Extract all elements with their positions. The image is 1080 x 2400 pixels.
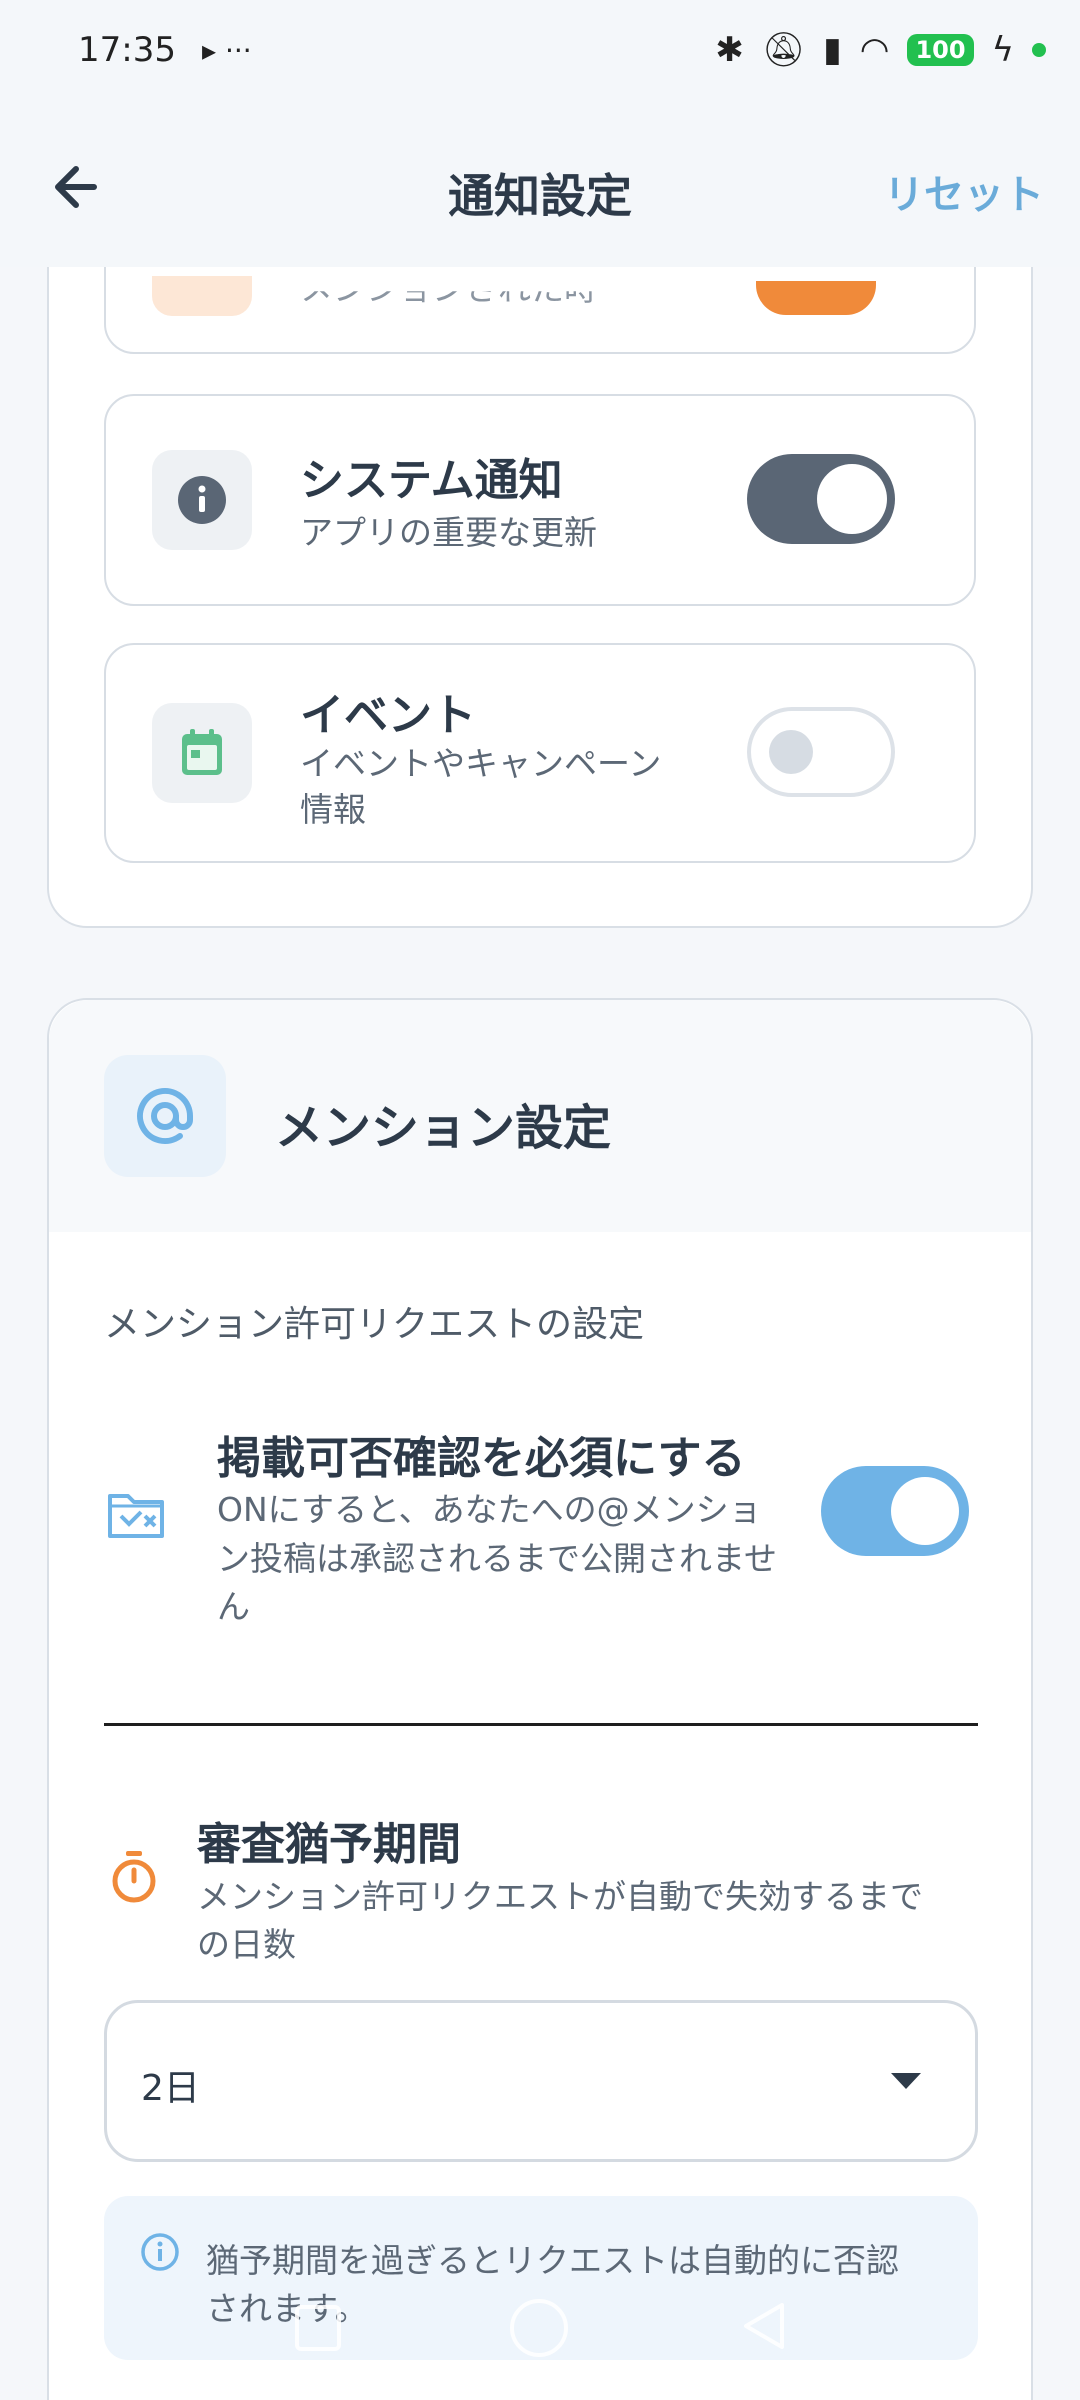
grace-period-title: 審査猶予期間 xyxy=(197,1819,461,1870)
mute-icon: 🔕︎ xyxy=(761,30,806,70)
mention-settings-card: メンション設定 メンション許可リクエストの設定 掲載可否確認を必須にする ONに… xyxy=(47,998,1033,2400)
settings-content[interactable]: メンションされた時 システム通知 アプリの重要な更新 イベント イベントやキャン… xyxy=(0,267,1080,2400)
dropdown-arrow-icon xyxy=(891,2073,921,2089)
wifi-icon: ◠ xyxy=(859,30,890,70)
recent-apps-button[interactable] xyxy=(295,2305,341,2351)
status-extra: ▸ ··· xyxy=(201,33,252,67)
grace-period-selected-value: 2日 xyxy=(141,2068,200,2109)
mention-request-label: メンション許可リクエストの設定 xyxy=(104,1304,645,1345)
info-outline-icon xyxy=(141,2233,179,2271)
toggle-knob xyxy=(891,1477,959,1545)
info-text-line1: 猶予期間を過ぎるとリクエストは自動的に否認 xyxy=(206,2241,899,2280)
notification-types-card: メンションされた時 システム通知 アプリの重要な更新 イベント イベントやキャン… xyxy=(47,267,1033,928)
info-icon xyxy=(178,476,226,524)
mention-notification-toggle[interactable] xyxy=(756,281,876,315)
event-notification-subtitle-line2: 情報 xyxy=(300,790,366,829)
approval-required-desc-line3: ん xyxy=(217,1587,250,1626)
system-notification-toggle[interactable] xyxy=(747,454,895,544)
charging-icon: ϟ xyxy=(991,30,1014,70)
bluetooth-icon: ✱ xyxy=(715,30,744,70)
divider xyxy=(104,1723,978,1726)
event-icon-box xyxy=(152,703,252,803)
event-notification-title: イベント xyxy=(300,690,476,741)
mention-notification-subtitle: メンションされた時 xyxy=(300,269,597,308)
toggle-knob xyxy=(769,730,813,774)
battery-badge: 100 xyxy=(907,34,974,66)
home-button[interactable] xyxy=(510,2299,568,2357)
event-notification-toggle[interactable] xyxy=(747,707,895,797)
grace-period-desc-line2: の日数 xyxy=(197,1925,296,1964)
back-nav-icon[interactable] xyxy=(742,2301,786,2351)
event-notification-row[interactable]: イベント イベントやキャンペーン 情報 xyxy=(104,643,976,863)
reset-button[interactable]: リセット xyxy=(884,162,1044,220)
mention-notification-row[interactable]: メンションされた時 xyxy=(104,267,976,354)
system-notification-title: システム通知 xyxy=(300,455,563,506)
status-time: 17:35 xyxy=(78,30,176,70)
approval-required-title: 掲載可否確認を必須にする xyxy=(217,1433,746,1484)
grace-period-select[interactable]: 2日 xyxy=(104,2000,978,2162)
partial-row-icon xyxy=(152,276,252,316)
app-header: 通知設定 リセット xyxy=(0,100,1080,267)
privacy-indicator xyxy=(1032,43,1046,57)
signal-icon: ▮ xyxy=(823,30,842,70)
mention-section-title: メンション設定 xyxy=(275,1100,612,1156)
system-notification-row[interactable]: システム通知 アプリの重要な更新 xyxy=(104,394,976,606)
grace-period-desc-line1: メンション許可リクエストが自動で失効するまで xyxy=(197,1877,923,1916)
approval-required-toggle[interactable] xyxy=(821,1466,969,1556)
event-notification-subtitle-line1: イベントやキャンペーン xyxy=(300,744,662,783)
status-bar: 17:35 ▸ ··· ✱ 🔕︎ ▮ ◠ 100 ϟ xyxy=(0,0,1080,100)
approval-required-desc-line1: ONにすると、あなたへの@メンショ xyxy=(217,1490,762,1529)
approval-required-desc-line2: ン投稿は承認されるまで公開されませ xyxy=(217,1539,778,1578)
nav-bar xyxy=(0,2295,1080,2375)
system-notification-subtitle: アプリの重要な更新 xyxy=(300,513,597,552)
toggle-knob xyxy=(817,464,887,534)
calendar-icon xyxy=(182,729,222,775)
folder-reject-icon xyxy=(108,1494,164,1538)
at-icon xyxy=(137,1088,193,1144)
system-icon-box xyxy=(152,450,252,550)
at-icon-box xyxy=(104,1055,226,1177)
timer-icon xyxy=(112,1851,156,1903)
